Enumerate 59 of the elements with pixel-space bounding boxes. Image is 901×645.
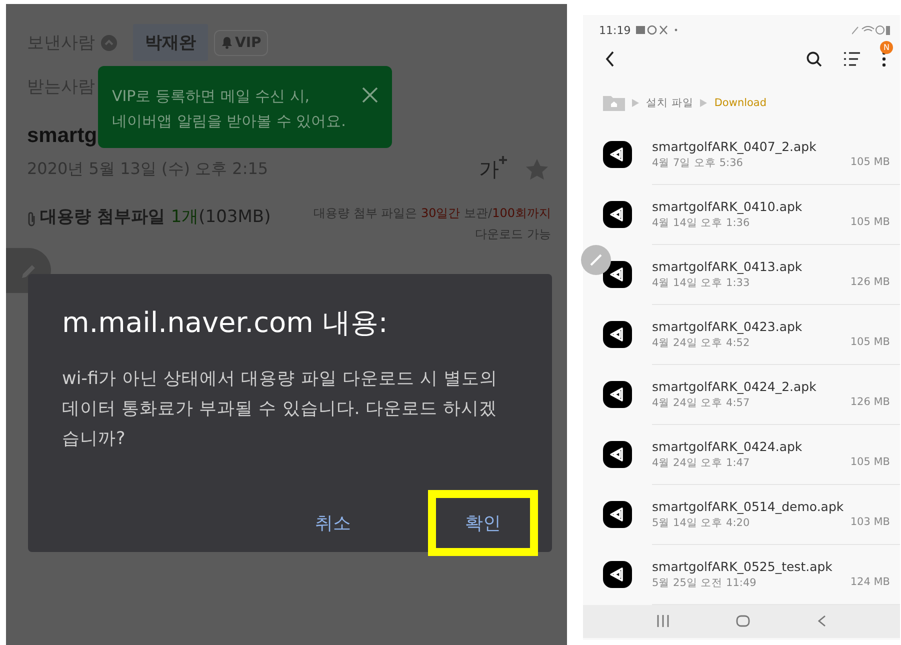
file-size: 103 MB (850, 516, 890, 530)
file-size: 105 MB (850, 336, 890, 350)
file-date: 4월 14일 오후 1:33 (652, 276, 750, 290)
confirm-button[interactable]: 확인 (428, 490, 538, 556)
file-date: 4월 24일 오후 1:47 (652, 456, 750, 470)
attachment-summary: 대용량 첨부파일 1개(103MB) (40, 206, 271, 228)
dialog-title: m.mail.naver.com 내용: (62, 305, 389, 341)
file-name[interactable]: smartgolfARK_0423.apk (652, 318, 890, 334)
app-icon (603, 201, 632, 228)
edit-button[interactable] (581, 245, 611, 275)
file-name[interactable]: smartgolfARK_0525_test.apk (652, 558, 890, 574)
dialog-message: wi-fi가 아닌 상태에서 대용량 파일 다운로드 시 별도의 데이터 통화료가 부과될 수 있습니다. 다운로드 하시겠습니까? (62, 368, 498, 451)
back-icon[interactable] (605, 51, 615, 68)
file-date: 5월 25일 오전 11:49 (652, 576, 756, 590)
tooltip-text: VIP로 등록하면 메일 수신 시, 네이버앱 알림을 받아볼 수 있어요. (112, 86, 346, 132)
file-date: 4월 14일 오후 1:36 (652, 216, 750, 230)
star-icon[interactable] (525, 158, 549, 182)
file-name[interactable]: smartgolfARK_0410.apk (652, 198, 890, 214)
file-name[interactable]: smartgolfARK_0424.apk (652, 438, 890, 454)
close-icon[interactable] (362, 87, 378, 103)
file-size: 105 MB (850, 156, 890, 170)
home-icon[interactable] (736, 615, 750, 628)
paperclip-icon (27, 211, 36, 227)
file-date: 4월 24일 오후 4:52 (652, 336, 750, 350)
breadcrumb-arrow-icon (632, 98, 639, 107)
mail-subject: smartg (27, 124, 98, 148)
sort-list-icon[interactable] (844, 52, 860, 66)
file-size: 105 MB (850, 216, 890, 230)
status-icons-drawing (636, 25, 680, 36)
file-name[interactable]: smartgolfARK_0514_demo.apk (652, 498, 890, 514)
cancel-button[interactable]: 취소 (278, 490, 388, 556)
chevron-up-icon (101, 34, 117, 50)
status-time: 11:19 (599, 24, 631, 37)
app-icon (603, 141, 632, 168)
file-name[interactable]: smartgolfARK_0407_2.apk (652, 138, 890, 154)
app-icon (603, 321, 632, 348)
file-date: 5월 14일 오후 4:20 (652, 516, 750, 530)
recent-apps-icon[interactable] (656, 615, 669, 628)
notification-badge: N (880, 41, 893, 54)
file-size: 126 MB (850, 396, 890, 410)
breadcrumb-item[interactable]: 설치 파일 (646, 96, 694, 110)
bell-icon (221, 36, 233, 49)
app-icon (603, 261, 632, 288)
search-icon[interactable] (806, 51, 822, 68)
system-status-icons-drawing (852, 25, 890, 36)
file-size: 105 MB (850, 456, 890, 470)
file-name[interactable]: smartgolfARK_0424_2.apk (652, 378, 890, 394)
pencil-icon (589, 253, 603, 267)
plus-icon (499, 156, 507, 164)
file-size: 124 MB (850, 576, 890, 590)
app-icon (603, 501, 632, 528)
file-date: 4월 7일 오후 5:36 (652, 156, 743, 170)
file-name[interactable]: smartgolfARK_0413.apk (652, 258, 890, 274)
file-size: 126 MB (850, 276, 890, 290)
app-icon (603, 441, 632, 468)
app-icon (603, 381, 632, 408)
app-icon (603, 561, 632, 588)
file-date: 4월 24일 오후 4:57 (652, 396, 750, 410)
breadcrumb-arrow-icon (700, 98, 708, 107)
